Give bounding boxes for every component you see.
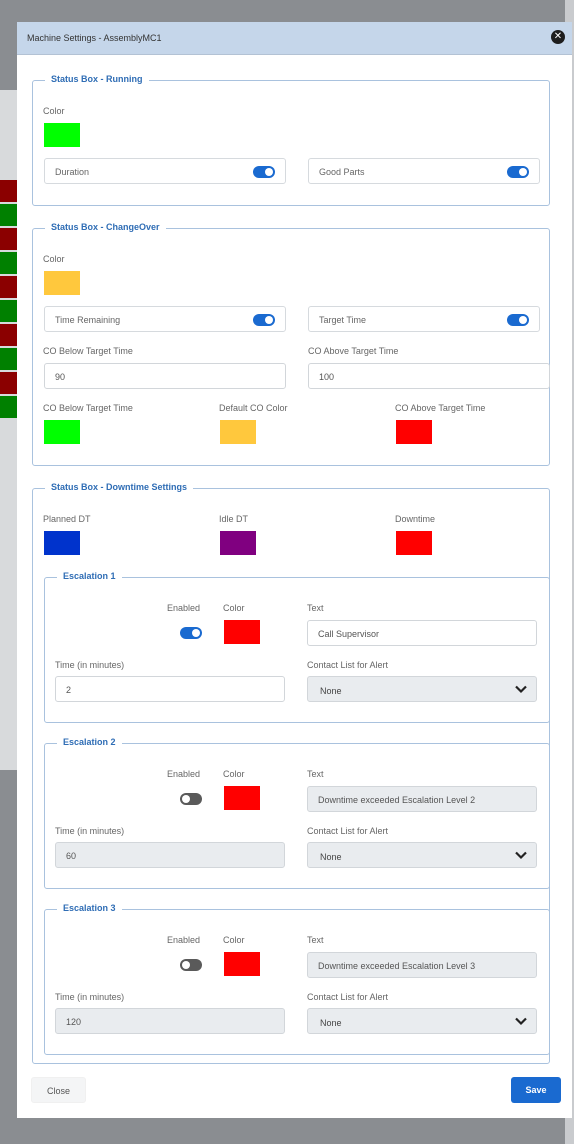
escalation-color-label: Color bbox=[223, 935, 245, 945]
escalation-time-label: Time (in minutes) bbox=[55, 826, 125, 836]
escalation-time-input[interactable]: 2 bbox=[55, 676, 285, 702]
status-box-changeover: Status Box - ChangeOver Color Time Remai… bbox=[32, 222, 550, 466]
chevron-down-icon bbox=[515, 1017, 527, 1026]
status-box-running: Status Box - Running Color Duration Good… bbox=[32, 74, 550, 206]
duration-label: Duration bbox=[55, 167, 90, 177]
idle-dt-label: Idle DT bbox=[219, 514, 249, 524]
enabled-toggle[interactable] bbox=[180, 627, 202, 639]
background-row-status bbox=[0, 228, 18, 250]
running-color-swatch[interactable] bbox=[44, 123, 80, 147]
dialog-header: Machine Settings - AssemblyMC1 ✕ bbox=[17, 22, 572, 55]
contact-list-select[interactable]: None bbox=[307, 676, 537, 702]
co-above-label: CO Above Target Time bbox=[308, 346, 399, 356]
close-button[interactable]: Close bbox=[31, 1077, 86, 1103]
co-below-color-label: CO Below Target Time bbox=[43, 403, 133, 413]
background-row-status bbox=[0, 276, 18, 298]
escalation-legend: Escalation 3 bbox=[57, 903, 122, 913]
escalation-time-input[interactable]: 120 bbox=[55, 1008, 285, 1034]
background-row-status bbox=[0, 324, 18, 346]
duration-toggle-row: Duration bbox=[44, 158, 286, 184]
default-co-color-label: Default CO Color bbox=[219, 403, 288, 413]
downtime-label: Downtime bbox=[395, 514, 436, 524]
changeover-legend: Status Box - ChangeOver bbox=[45, 222, 166, 232]
escalation-color-swatch[interactable] bbox=[224, 620, 260, 644]
co-below-input[interactable]: 90 bbox=[44, 363, 286, 389]
escalation-text-input[interactable]: Downtime exceeded Escalation Level 2 bbox=[307, 786, 537, 812]
running-color-label: Color bbox=[43, 106, 65, 116]
escalation-1-box: Escalation 1 Enabled Color Text Call Sup… bbox=[44, 571, 550, 723]
chevron-down-icon bbox=[515, 685, 527, 694]
co-above-color-label: CO Above Target Time bbox=[395, 403, 486, 413]
escalation-3-box: Escalation 3 Enabled Color Text Downtime… bbox=[44, 903, 550, 1055]
target-time-label: Target Time bbox=[319, 315, 367, 325]
escalation-text-label: Text bbox=[307, 769, 324, 779]
background-row-status bbox=[0, 180, 18, 202]
background-row-status bbox=[0, 348, 18, 370]
background-row-status bbox=[0, 372, 18, 394]
close-icon[interactable]: ✕ bbox=[551, 30, 565, 44]
contact-list-select[interactable]: None bbox=[307, 1008, 537, 1034]
contact-list-value: None bbox=[320, 852, 342, 862]
escalation-legend: Escalation 1 bbox=[57, 571, 122, 581]
escalation-legend: Escalation 2 bbox=[57, 737, 122, 747]
time-remaining-toggle-row: Time Remaining bbox=[44, 306, 286, 332]
escalation-color-label: Color bbox=[223, 769, 245, 779]
enabled-label: Enabled bbox=[167, 769, 201, 779]
background-row-status bbox=[0, 252, 18, 274]
target-time-toggle-row: Target Time bbox=[308, 306, 540, 332]
escalation-time-input[interactable]: 60 bbox=[55, 842, 285, 868]
escalation-color-label: Color bbox=[223, 603, 245, 613]
planned-dt-label: Planned DT bbox=[43, 514, 91, 524]
escalation-time-label: Time (in minutes) bbox=[55, 992, 125, 1002]
background-row-status bbox=[0, 396, 18, 418]
enabled-label: Enabled bbox=[167, 603, 201, 613]
contact-list-label: Contact List for Alert bbox=[307, 826, 389, 836]
contact-list-value: None bbox=[320, 1018, 342, 1028]
contact-list-value: None bbox=[320, 686, 342, 696]
background-row-status bbox=[0, 204, 18, 226]
escalation-color-swatch[interactable] bbox=[224, 786, 260, 810]
co-above-input[interactable]: 100 bbox=[308, 363, 550, 389]
save-button[interactable]: Save bbox=[511, 1077, 561, 1103]
contact-list-label: Contact List for Alert bbox=[307, 992, 389, 1002]
co-above-color-swatch[interactable] bbox=[396, 420, 432, 444]
status-box-downtime: Status Box - Downtime Settings Planned D… bbox=[32, 482, 550, 1064]
contact-list-select[interactable]: None bbox=[307, 842, 537, 868]
duration-toggle[interactable] bbox=[253, 166, 275, 178]
default-co-color-swatch[interactable] bbox=[220, 420, 256, 444]
time-remaining-label: Time Remaining bbox=[55, 315, 121, 325]
machine-settings-dialog: Machine Settings - AssemblyMC1 ✕ Status … bbox=[17, 22, 572, 1118]
target-time-toggle[interactable] bbox=[507, 314, 529, 326]
changeover-color-swatch[interactable] bbox=[44, 271, 80, 295]
changeover-color-label: Color bbox=[43, 254, 65, 264]
dialog-title: Machine Settings - AssemblyMC1 bbox=[27, 33, 162, 43]
good-parts-toggle-row: Good Parts bbox=[308, 158, 540, 184]
contact-list-label: Contact List for Alert bbox=[307, 660, 389, 670]
escalation-text-input[interactable]: Call Supervisor bbox=[307, 620, 537, 646]
co-below-label: CO Below Target Time bbox=[43, 346, 133, 356]
time-remaining-toggle[interactable] bbox=[253, 314, 275, 326]
escalation-2-box: Escalation 2 Enabled Color Text Downtime… bbox=[44, 737, 550, 889]
escalation-text-label: Text bbox=[307, 935, 324, 945]
escalation-text-label: Text bbox=[307, 603, 324, 613]
escalation-time-label: Time (in minutes) bbox=[55, 660, 125, 670]
escalation-color-swatch[interactable] bbox=[224, 952, 260, 976]
escalation-text-input[interactable]: Downtime exceeded Escalation Level 3 bbox=[307, 952, 537, 978]
chevron-down-icon bbox=[515, 851, 527, 860]
good-parts-toggle[interactable] bbox=[507, 166, 529, 178]
running-legend: Status Box - Running bbox=[45, 74, 149, 84]
good-parts-label: Good Parts bbox=[319, 167, 365, 177]
planned-dt-color-swatch[interactable] bbox=[44, 531, 80, 555]
downtime-color-swatch[interactable] bbox=[396, 531, 432, 555]
enabled-toggle[interactable] bbox=[180, 959, 202, 971]
idle-dt-color-swatch[interactable] bbox=[220, 531, 256, 555]
enabled-toggle[interactable] bbox=[180, 793, 202, 805]
co-below-color-swatch[interactable] bbox=[44, 420, 80, 444]
downtime-legend: Status Box - Downtime Settings bbox=[45, 482, 194, 492]
background-row-status bbox=[0, 300, 18, 322]
enabled-label: Enabled bbox=[167, 935, 201, 945]
